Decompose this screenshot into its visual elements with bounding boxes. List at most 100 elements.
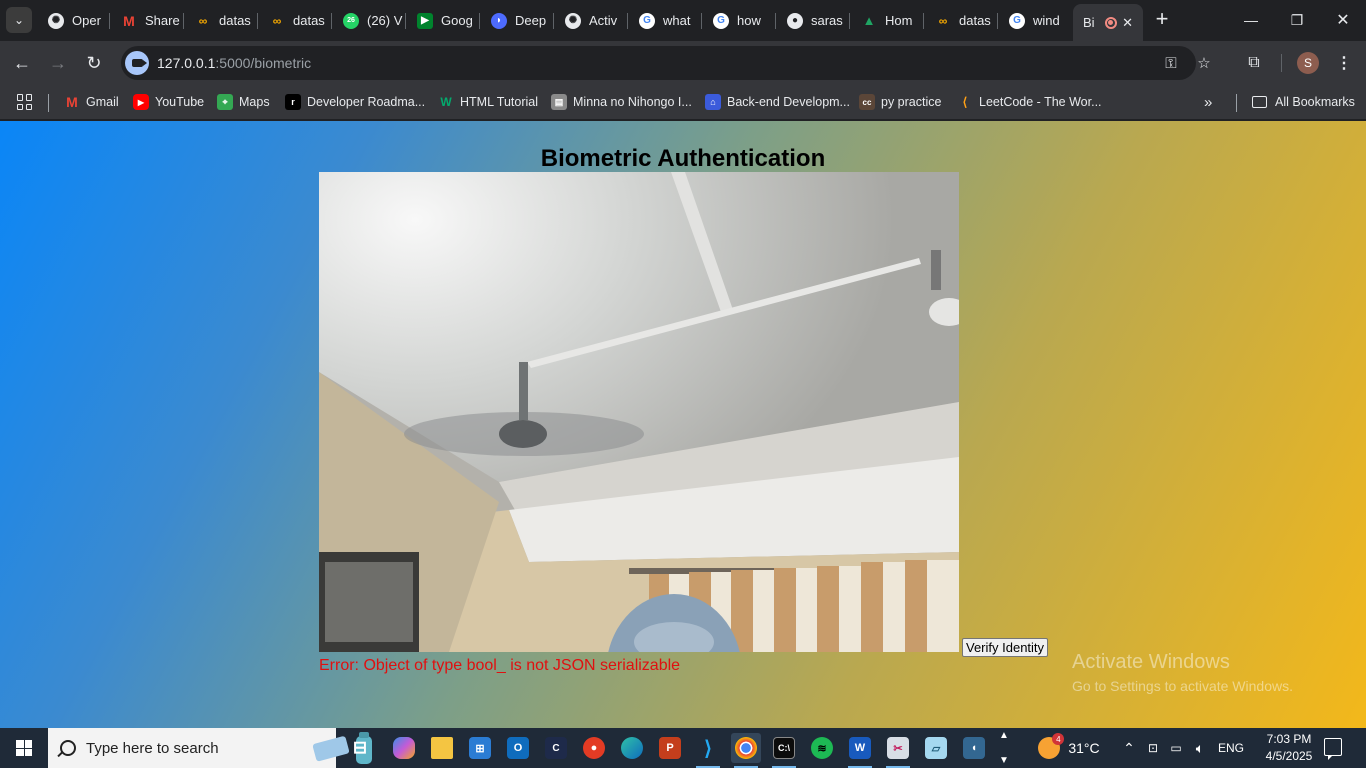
tab-title: Deep <box>515 13 547 28</box>
colab-icon: ∞ <box>938 13 948 28</box>
browser-tab[interactable]: G how <box>703 4 776 37</box>
chevron-double-right-icon: » <box>1204 93 1213 111</box>
browser-tab[interactable]: G wind <box>999 4 1072 37</box>
restore-button[interactable]: ❐ <box>1274 0 1320 40</box>
language-indicator[interactable]: ENG <box>1214 728 1248 768</box>
maps-icon: ⌖ <box>217 94 233 110</box>
browser-tab[interactable]: ∞ datas <box>185 4 258 37</box>
avatar-initial: S <box>1303 56 1312 70</box>
weather-widget[interactable]: 4 31°C <box>1034 728 1104 768</box>
minimize-icon: — <box>1244 12 1258 28</box>
browser-tab[interactable]: G what <box>629 4 702 37</box>
bookmark-minna-no-nihongo[interactable]: ▤ Minna no Nihongo I... <box>551 91 692 113</box>
page-title: Biometric Authentication <box>540 145 826 172</box>
show-hidden-icons-button[interactable]: ⌃ <box>1118 728 1140 768</box>
terminal-app[interactable]: C <box>541 733 571 763</box>
apps-grid-icon[interactable] <box>17 94 33 110</box>
edge-app[interactable] <box>617 733 647 763</box>
minimize-button[interactable]: — <box>1228 0 1274 40</box>
browser-tab[interactable]: ✺ Oper <box>38 4 110 37</box>
close-window-button[interactable]: ✕ <box>1320 0 1366 40</box>
forward-button[interactable]: → <box>44 49 72 77</box>
close-tab-icon[interactable]: ✕ <box>1122 15 1133 31</box>
copilot-app[interactable] <box>389 733 419 763</box>
bookmark-html-tutorial[interactable]: W HTML Tutorial <box>438 91 538 113</box>
bookmark-label: py practice <box>881 95 942 109</box>
meet-now-icon[interactable]: ⊡ <box>1143 728 1163 768</box>
terminal-icon: C:\ <box>773 737 795 759</box>
bookmark-leetcode[interactable]: ⟨ LeetCode - The Wor... <box>957 91 1102 113</box>
command-prompt-app[interactable]: C:\ <box>769 733 799 768</box>
edge-icon <box>621 737 643 759</box>
browser-tab[interactable]: ∞ datas <box>259 4 332 37</box>
browser-tab[interactable]: ✺ Activ <box>555 4 628 37</box>
vscode-app[interactable]: ⟩ <box>693 733 723 768</box>
taskbar-search-box[interactable]: Type here to search <box>48 728 372 768</box>
powerpoint-app[interactable]: P <box>655 733 685 763</box>
notepad-app[interactable]: ▱ <box>921 733 951 763</box>
chevron-up-icon: ⌃ <box>1123 739 1135 756</box>
bookmark-py-practice[interactable]: cc py practice <box>859 91 941 113</box>
youtube-icon: ▶ <box>133 94 149 110</box>
postgres-app[interactable]: ◖ <box>959 733 989 763</box>
bookmark-star-icon[interactable]: ☆ <box>1194 53 1214 73</box>
chevron-down-icon: ⌄ <box>13 13 25 27</box>
active-tab[interactable]: Bi ✕ <box>1073 4 1143 41</box>
browser-tab[interactable]: M Share <box>111 4 184 37</box>
powerpoint-icon: P <box>659 737 681 759</box>
url-text[interactable]: 127.0.0.1:5000/biometric <box>157 55 311 71</box>
reload-button[interactable]: ↻ <box>80 49 108 77</box>
bookmark-developer-roadmap[interactable]: r Developer Roadma... <box>285 91 425 113</box>
bookmark-maps[interactable]: ⌖ Maps <box>217 91 270 113</box>
tab-strip: ⌄ ✺ Oper M Share ∞ datas ∞ datas 26 (26)… <box>0 0 1366 41</box>
record-icon: ● <box>583 737 605 759</box>
word-app[interactable]: W <box>845 733 875 768</box>
tab-search-button[interactable]: ⌄ <box>6 7 32 33</box>
taskbar-clock[interactable]: 7:03 PM 4/5/2025 <box>1256 731 1322 765</box>
bookmark-label: Minna no Nihongo I... <box>573 95 692 109</box>
browser-tab[interactable]: ▲ Hom <box>851 4 924 37</box>
outlook-app[interactable]: O <box>503 733 533 763</box>
address-bar[interactable]: 127.0.0.1:5000/biometric ⚿ ☆ <box>121 46 1211 80</box>
volume-icon[interactable]: 🔈︎ <box>1189 728 1211 768</box>
camera-in-use-icon[interactable] <box>125 51 149 75</box>
browser-tab[interactable]: ▶ Goog <box>407 4 480 37</box>
record-app[interactable]: ● <box>579 733 609 763</box>
gmail-icon: M <box>66 94 78 110</box>
all-bookmarks-button[interactable]: All Bookmarks <box>1252 91 1355 113</box>
browser-tab[interactable]: ◗ Deep <box>481 4 554 37</box>
notification-center-icon[interactable] <box>1324 738 1342 760</box>
google-icon: G <box>639 12 655 29</box>
new-tab-button[interactable]: + <box>1150 8 1174 32</box>
search-placeholder: Type here to search <box>86 739 219 757</box>
verify-identity-button[interactable]: Verify Identity <box>962 638 1049 657</box>
extensions-icon[interactable]: ⧉ <box>1240 49 1268 77</box>
colab-icon: ∞ <box>272 13 282 28</box>
snipping-app[interactable]: ✂ <box>883 733 913 768</box>
chrome-app[interactable] <box>731 733 761 768</box>
browser-tab[interactable]: ● saras <box>777 4 850 37</box>
password-key-icon[interactable]: ⚿ <box>1161 53 1181 73</box>
plus-icon: + <box>1155 6 1169 31</box>
tab-title: Activ <box>589 13 618 28</box>
bookmark-gmail[interactable]: M Gmail <box>64 91 119 113</box>
taskbar-scroll[interactable]: ▲ ▼ <box>996 728 1012 768</box>
spotify-app[interactable]: ≋ <box>807 733 837 763</box>
watermark-title: Activate Windows <box>1072 651 1230 673</box>
browser-tab[interactable]: 26 (26) V <box>333 4 406 37</box>
battery-icon[interactable]: ▭ <box>1166 728 1186 768</box>
browser-toolbar: ← → ↻ 127.0.0.1:5000/biometric ⚿ ☆ ⧉ S ⋮ <box>0 41 1366 85</box>
back-button[interactable]: ← <box>8 49 36 77</box>
microsoft-store-app[interactable]: ⊞ <box>465 733 495 763</box>
windows-logo-icon <box>16 740 32 756</box>
bookmark-back-end-development[interactable]: ⌂ Back-end Developm... <box>705 91 850 113</box>
task-view-button[interactable]: ⊟ <box>345 733 375 763</box>
file-explorer-app[interactable] <box>427 733 457 763</box>
start-button[interactable] <box>0 728 48 768</box>
menu-kebab-icon[interactable]: ⋮ <box>1330 49 1358 77</box>
tab-title: wind <box>1033 13 1060 28</box>
more-bookmarks-button[interactable]: » <box>1204 91 1212 113</box>
bookmark-youtube[interactable]: ▶ YouTube <box>133 91 204 113</box>
browser-tab[interactable]: ∞ datas <box>925 4 998 37</box>
profile-avatar[interactable]: S <box>1297 52 1319 74</box>
